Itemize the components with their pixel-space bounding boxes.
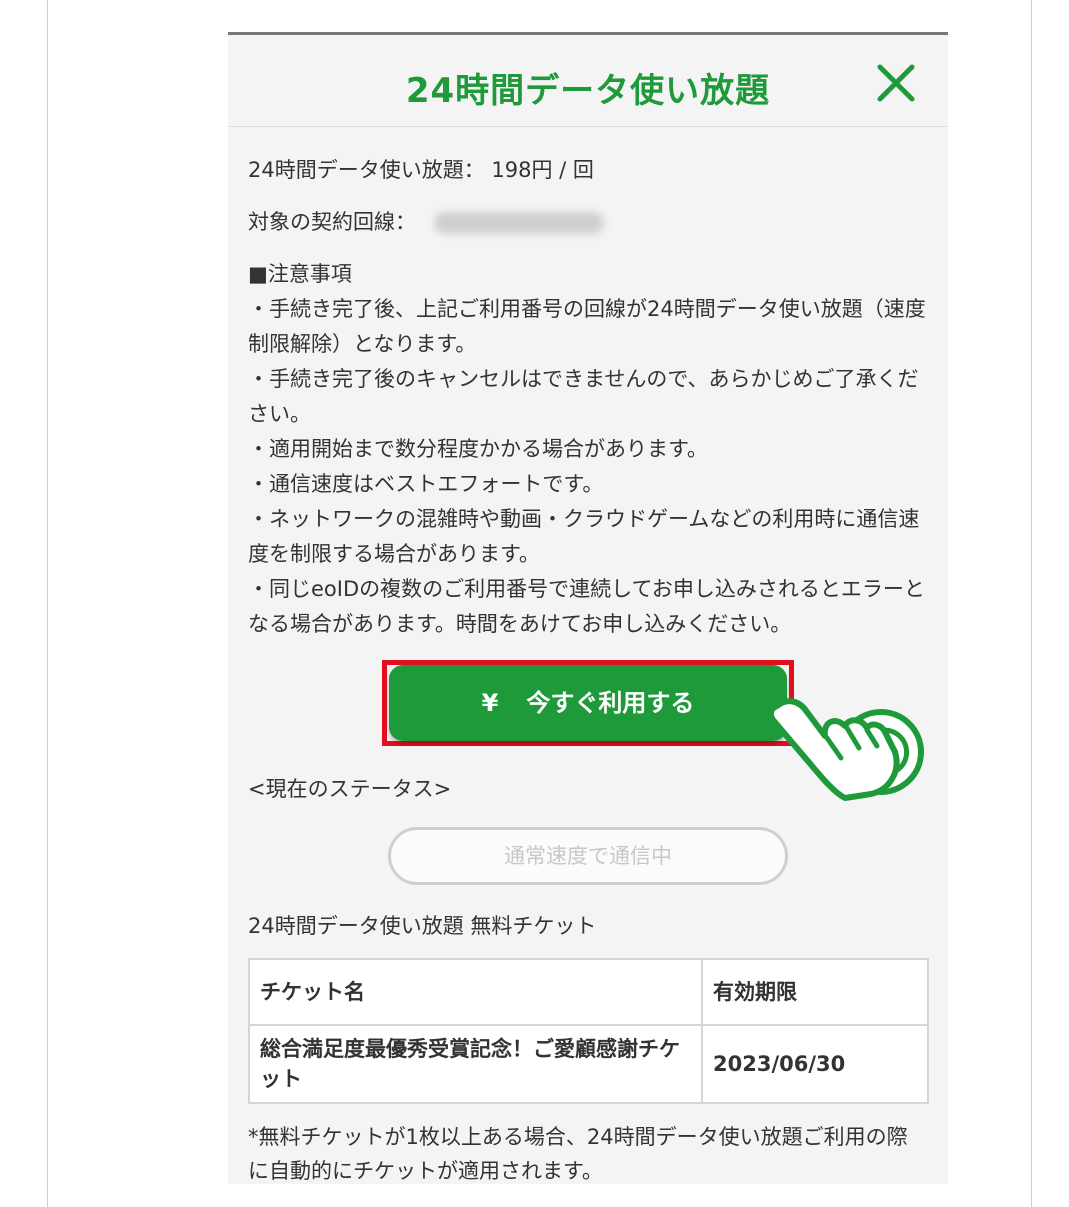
note-item: ・手続き完了後、上記ご利用番号の回線が24時間データ使い放題（速度制限解除）とな… bbox=[248, 297, 926, 356]
ticket-section-title: 24時間データ使い放題 無料チケット bbox=[248, 914, 597, 938]
note-item: ・手続き完了後のキャンセルはできませんので、あらかじめご了承ください。 bbox=[248, 367, 919, 426]
redacted-phone-number bbox=[434, 212, 604, 234]
status-badge: 通常速度で通信中 bbox=[388, 827, 788, 885]
note-item: ・同じeoIDの複数のご利用番号で連続してお申し込みされるとエラーとなる場合があ… bbox=[248, 577, 925, 636]
notes-section: ■注意事項 ・手続き完了後、上記ご利用番号の回線が24時間データ使い放題（速度制… bbox=[248, 257, 928, 642]
modal-content: 24時間データ使い放題： 198円 / 回 対象の契約回線： ■注意事項 ・手続… bbox=[228, 127, 948, 1184]
note-item: ・通信速度はベストエフォートです。 bbox=[248, 472, 604, 496]
contract-line-label: 対象の契約回線： bbox=[248, 210, 416, 234]
use-now-label: 今すぐ利用する bbox=[526, 689, 695, 717]
tap-hand-icon bbox=[767, 698, 924, 801]
modal-title: 24時間データ使い放題 bbox=[405, 71, 771, 111]
phone-screen: 24時間データ使い放題 24時間データ使い放題： 198円 / 回 対象の契約回… bbox=[228, 32, 948, 1184]
price-line: 24時間データ使い放題： 198円 / 回 bbox=[248, 158, 594, 182]
page-frame: 24時間データ使い放題 24時間データ使い放題： 198円 / 回 対象の契約回… bbox=[47, 0, 1032, 1207]
ticket-name-cell: 総合満足度最優秀受賞記念！ご愛顧感謝チケット bbox=[248, 1024, 703, 1104]
modal-header: 24時間データ使い放題 bbox=[228, 35, 948, 127]
note-item: ・ネットワークの混雑時や動画・クラウドゲームなどの利用時に通信速度を制限する場合… bbox=[248, 507, 920, 566]
cta-area: ¥ 今すぐ利用する bbox=[248, 660, 928, 801]
column-header-ticket-name: チケット名 bbox=[248, 958, 703, 1026]
ticket-footnote: *無料チケットが1枚以上ある場合、24時間データ使い放題ご利用の際に自動的にチケ… bbox=[248, 1125, 908, 1183]
ticket-expiry-cell: 2023/06/30 bbox=[701, 1024, 929, 1104]
close-icon[interactable] bbox=[876, 63, 916, 103]
note-item: ・適用開始まで数分程度かかる場合があります。 bbox=[248, 437, 708, 461]
ticket-table: チケット名 有効期限 総合満足度最優秀受賞記念！ご愛顧感謝チケット 2023/0… bbox=[248, 958, 929, 1104]
table-header-row: チケット名 有効期限 bbox=[248, 958, 929, 1026]
use-now-button[interactable]: ¥ 今すぐ利用する bbox=[389, 665, 787, 741]
table-row: 総合満足度最優秀受賞記念！ご愛顧感謝チケット 2023/06/30 bbox=[248, 1024, 929, 1104]
column-header-expiry: 有効期限 bbox=[701, 958, 929, 1026]
contract-line-row: 対象の契約回線： bbox=[248, 205, 928, 240]
notes-heading: ■注意事項 bbox=[248, 262, 352, 286]
yen-icon: ¥ bbox=[481, 689, 499, 717]
